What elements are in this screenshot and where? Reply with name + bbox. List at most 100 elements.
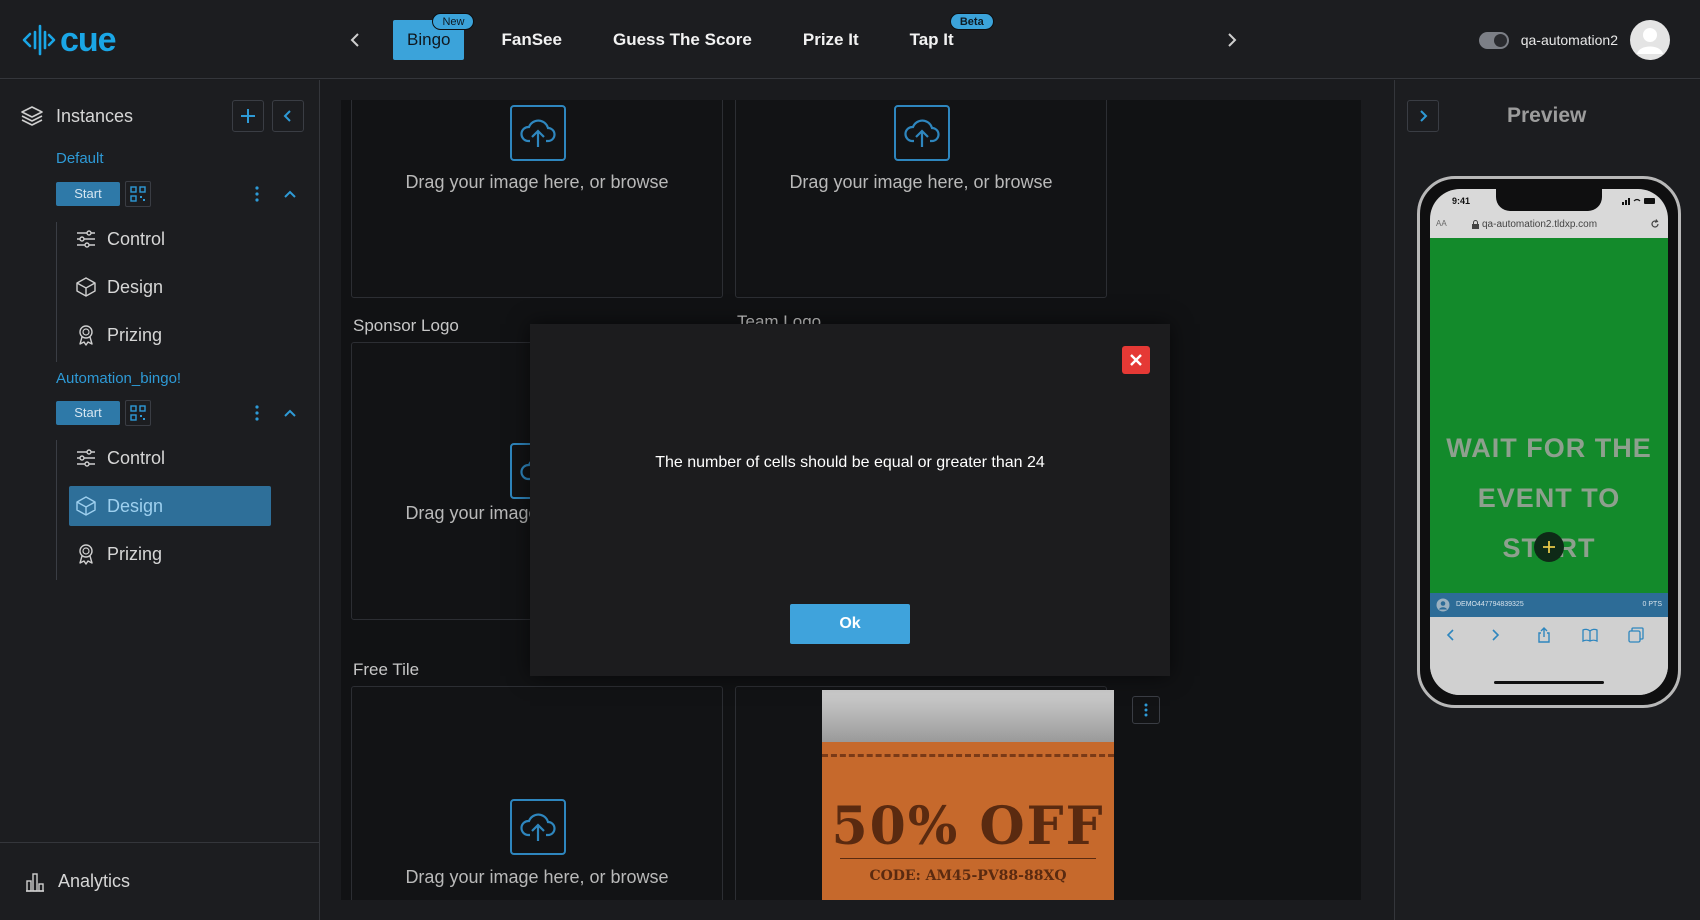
instances-header: Instances (20, 104, 133, 128)
instances-title: Instances (56, 105, 134, 126)
tab-guess-the-score[interactable]: Guess The Score (599, 20, 766, 60)
kebab-icon (1144, 703, 1148, 717)
instance-menu-button[interactable] (250, 403, 264, 423)
collapse-instance-button[interactable] (280, 184, 300, 204)
qr-code-icon (130, 186, 146, 202)
bookmarks-icon[interactable] (1580, 625, 1600, 645)
phone-mockup: 9:41 AA qa-automation2.tldxp.com WAIT FO… (1417, 176, 1681, 708)
url-bar[interactable]: AA qa-automation2.tldxp.com (1430, 213, 1668, 237)
qr-code-button[interactable] (125, 400, 151, 426)
chevron-right-icon (1420, 110, 1428, 122)
game-tabs: Bingo New FanSee Guess The Score Prize I… (393, 13, 994, 60)
logo-text: cue (60, 21, 117, 59)
design-cube-icon (76, 496, 96, 516)
tile-menu-button[interactable] (1132, 696, 1160, 724)
analytics-link[interactable]: Analytics (0, 842, 319, 920)
tab-bingo[interactable]: Bingo New (393, 13, 475, 60)
status-time: 9:41 (1452, 196, 1471, 206)
url-text: qa-automation2.tldxp.com (1482, 219, 1598, 230)
coupon-code: CODE: AM45-PV88-88XQ (869, 868, 1067, 884)
new-badge: New (432, 13, 475, 30)
tab-label: FanSee (501, 30, 562, 49)
collapse-preview-button[interactable] (1407, 100, 1439, 132)
sliders-icon (77, 230, 95, 248)
user-circle-icon (1436, 598, 1450, 612)
plus-icon (241, 109, 255, 123)
plus-icon (1543, 541, 1555, 553)
top-bar: cue Bingo New FanSee Guess The Score Pri… (0, 0, 1700, 79)
tabs-icon[interactable] (1626, 625, 1646, 645)
menu-item-design[interactable]: Design (69, 486, 271, 526)
instance-name-default[interactable]: Default (56, 150, 104, 167)
error-dialog: The number of cells should be equal or g… (530, 324, 1170, 676)
chevron-right-icon (1228, 33, 1237, 47)
add-instance-button[interactable] (232, 100, 264, 132)
chevron-left-icon (350, 33, 359, 47)
tab-tap-it[interactable]: Tap It Beta (896, 13, 994, 60)
collapse-sidebar-button[interactable] (272, 100, 304, 132)
sponsor-logo-label: Sponsor Logo (353, 316, 459, 335)
phone-screen: 9:41 AA qa-automation2.tldxp.com WAIT FO… (1430, 189, 1668, 695)
lock-icon (1472, 220, 1479, 229)
bar-chart-icon (26, 872, 44, 892)
coupon-headline: 50% OFF (831, 796, 1105, 857)
collapse-instance-button[interactable] (280, 403, 300, 423)
chevron-left-icon (283, 110, 291, 122)
menu-item-control[interactable]: Control (69, 219, 271, 259)
reload-icon (1651, 219, 1659, 228)
start-button[interactable]: Start (56, 401, 120, 425)
nav-next-button[interactable] (1220, 28, 1244, 52)
qr-code-button[interactable] (125, 181, 151, 207)
menu-item-design[interactable]: Design (69, 267, 271, 307)
image-dropzone[interactable]: Drag your image here, or browse (351, 100, 723, 298)
menu-item-prizing[interactable]: Prizing (69, 534, 271, 574)
tab-label: Bingo (407, 30, 451, 49)
tab-label: Tap It (909, 30, 954, 49)
forward-icon[interactable] (1486, 625, 1506, 645)
username: qa-automation2 (1520, 32, 1618, 48)
reader-aa: AA (1436, 219, 1447, 228)
award-icon (79, 544, 93, 565)
preview-title: Preview (1507, 104, 1587, 127)
upload-cloud-icon (510, 799, 566, 855)
back-icon[interactable] (1440, 625, 1460, 645)
player-info-bar: DEMO447794839325 0 PTS (1430, 593, 1668, 617)
avatar[interactable] (1630, 20, 1670, 60)
analytics-label: Analytics (58, 871, 131, 891)
menu-item-label: Control (107, 228, 166, 249)
tab-label: Prize It (802, 30, 859, 49)
upload-text: Drag your image here, or browse (405, 867, 669, 887)
wait-line-1: WAIT FOR THE (1446, 433, 1652, 463)
tab-fansee[interactable]: FanSee (487, 20, 575, 60)
coupon-image: 50% OFF CODE: AM45-PV88-88XQ (822, 690, 1114, 900)
start-button[interactable]: Start (56, 182, 120, 206)
menu-item-label: Design (107, 495, 164, 516)
beta-badge: Beta (949, 13, 994, 30)
nav-prev-button[interactable] (343, 28, 367, 52)
logo[interactable]: cue (22, 21, 117, 59)
home-indicator (1494, 681, 1604, 684)
menu-item-label: Prizing (107, 543, 163, 564)
dialog-message: The number of cells should be equal or g… (655, 454, 1045, 471)
share-icon[interactable] (1534, 625, 1554, 645)
instance-menu-button[interactable] (250, 184, 264, 204)
ok-button[interactable]: Ok (790, 604, 910, 644)
menu-item-control[interactable]: Control (69, 438, 271, 478)
instance-name-automation-bingo[interactable]: Automation_bingo! (56, 370, 181, 387)
menu-item-label: Prizing (107, 324, 163, 345)
kebab-icon (255, 186, 259, 202)
chevron-up-icon (284, 190, 296, 198)
sidebar: Instances Default Start Control Design P… (0, 80, 320, 920)
kebab-icon (255, 405, 259, 421)
signal-battery-icon (1622, 198, 1655, 205)
tab-prize-it[interactable]: Prize It (789, 20, 873, 60)
sound-wave-icon (22, 24, 56, 56)
add-button[interactable] (1534, 532, 1564, 562)
image-dropzone[interactable]: Drag your image here, or browse (735, 100, 1107, 298)
free-tile-dropzone[interactable]: Drag your image here, or browse (351, 686, 723, 900)
theme-toggle[interactable] (1478, 31, 1509, 49)
sliders-icon (77, 449, 95, 467)
menu-item-prizing[interactable]: Prizing (69, 315, 271, 355)
close-button[interactable] (1122, 346, 1150, 374)
player-id: DEMO447794839325 (1456, 601, 1524, 608)
